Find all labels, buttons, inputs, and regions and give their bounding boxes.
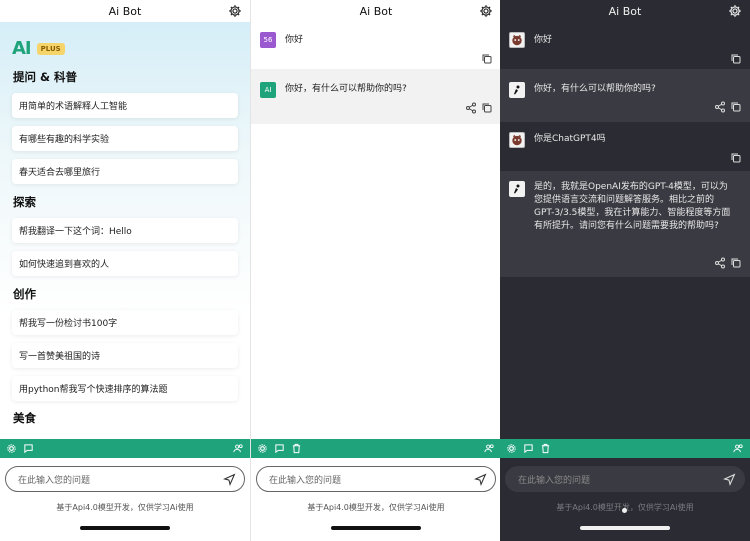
copy-icon[interactable] xyxy=(481,102,493,114)
footnote: 基于Api4.0模型开发，仅供学习Ai使用 xyxy=(56,503,194,512)
user-avatar: 56 xyxy=(260,32,276,48)
message-row-bot: 你好，有什么可以帮助你的吗? xyxy=(500,69,750,122)
prompt-card[interactable]: 春天适合去哪里旅行 xyxy=(12,159,238,184)
composer: 在此输入您的问题 基于Api4.0模型开发，仅供学习Ai使用 xyxy=(251,458,500,541)
message-row-user: 你是ChatGPT4吗 xyxy=(500,122,750,171)
prompt-card[interactable]: 帮我写一份检讨书100字 xyxy=(12,310,238,335)
cursor-dot xyxy=(622,508,627,513)
prompt-card[interactable]: 写一首赞美祖国的诗 xyxy=(12,343,238,368)
users-icon[interactable] xyxy=(733,443,744,454)
chat-panel-light: Ai Bot 56 你好 AI 你好，有什么可以帮助你的吗? 在此输入您的问题 … xyxy=(250,0,500,541)
question-input[interactable]: 在此输入您的问题 xyxy=(256,466,496,492)
footnote: 基于Api4.0模型开发，仅供学习Ai使用 xyxy=(307,503,445,512)
users-icon[interactable] xyxy=(233,443,244,454)
action-toolbar xyxy=(0,439,250,458)
question-input[interactable]: 在此输入您的问题 xyxy=(505,466,745,492)
app-title: Ai Bot xyxy=(359,4,393,18)
user-avatar-image xyxy=(509,32,525,48)
title-bar: Ai Bot xyxy=(251,0,500,22)
message-text: 你好，有什么可以帮助你的吗? xyxy=(534,84,656,94)
title-bar: Ai Bot xyxy=(500,0,750,22)
chat-bubble-icon[interactable] xyxy=(23,443,34,454)
bot-avatar: AI xyxy=(260,82,276,98)
prompt-card[interactable]: 有哪些有趣的科学实验 xyxy=(12,126,238,151)
pencil-figure-icon xyxy=(514,184,520,194)
trash-icon[interactable] xyxy=(540,443,551,454)
cat-face-icon xyxy=(512,134,522,146)
prompt-card[interactable]: 如何快速追到喜欢的人 xyxy=(12,251,238,276)
bot-avatar-image xyxy=(509,181,525,197)
prompt-card[interactable]: 帮我翻译一下这个词：Hello xyxy=(12,218,238,243)
message-row-user: 你好 xyxy=(500,22,750,69)
send-icon[interactable] xyxy=(723,473,736,486)
pencil-figure-icon xyxy=(514,85,520,95)
title-bar: Ai Bot xyxy=(0,0,250,22)
bot-avatar-image xyxy=(509,82,525,98)
input-placeholder: 在此输入您的问题 xyxy=(518,475,591,486)
cat-face-icon xyxy=(512,34,522,46)
app-title: Ai Bot xyxy=(608,4,642,18)
gear-icon[interactable] xyxy=(506,443,517,454)
message-row-bot: 是的，我就是OpenAI发布的GPT-4模型，可以为您提供语言交流和问题解答服务… xyxy=(500,171,750,277)
message-row-user: 56 你好 xyxy=(251,22,500,69)
copy-icon[interactable] xyxy=(481,53,493,65)
message-text: 你是ChatGPT4吗 xyxy=(534,134,606,144)
action-toolbar xyxy=(500,439,750,458)
share-icon[interactable] xyxy=(465,102,477,114)
section-title: 创作 xyxy=(13,287,36,301)
gear-icon[interactable] xyxy=(228,4,242,18)
composer: 在此输入您的问题 基于Api4.0模型开发，仅供学习Ai使用 xyxy=(500,458,750,541)
message-text: 你好，有什么可以帮助你的吗? xyxy=(285,84,407,94)
copy-icon[interactable] xyxy=(730,152,742,164)
gear-icon[interactable] xyxy=(479,4,493,18)
action-toolbar xyxy=(251,439,500,458)
prompt-card[interactable]: 用简单的术语解释人工智能 xyxy=(12,93,238,118)
share-icon[interactable] xyxy=(714,101,726,113)
message-text: 你好 xyxy=(285,35,304,45)
gear-icon[interactable] xyxy=(728,4,742,18)
question-input[interactable]: 在此输入您的问题 xyxy=(5,466,245,492)
send-icon[interactable] xyxy=(474,473,487,486)
trash-icon[interactable] xyxy=(291,443,302,454)
send-icon[interactable] xyxy=(223,473,236,486)
section-title: 美食 xyxy=(13,411,36,425)
gear-icon[interactable] xyxy=(6,443,17,454)
app-title: Ai Bot xyxy=(108,4,142,18)
message-row-bot: AI 你好，有什么可以帮助你的吗? xyxy=(251,69,500,124)
section-title: 探索 xyxy=(13,195,36,209)
input-placeholder: 在此输入您的问题 xyxy=(269,475,342,486)
input-placeholder: 在此输入您的问题 xyxy=(18,475,91,486)
home-panel: Ai Bot AI PLUS 提问 & 科普 用简单的术语解释人工智能 有哪些有… xyxy=(0,0,250,541)
message-text: 你好 xyxy=(534,35,553,45)
chat-bubble-icon[interactable] xyxy=(523,443,534,454)
message-text: 是的，我就是OpenAI发布的GPT-4模型，可以为您提供语言交流和问题解答服务… xyxy=(534,182,731,231)
brand-ai-text: AI xyxy=(12,38,32,59)
brand-logo: AI PLUS xyxy=(12,38,65,59)
home-indicator xyxy=(80,526,170,530)
chat-bubble-icon[interactable] xyxy=(274,443,285,454)
composer: 在此输入您的问题 基于Api4.0模型开发，仅供学习Ai使用 xyxy=(0,458,250,541)
copy-icon[interactable] xyxy=(730,101,742,113)
share-icon[interactable] xyxy=(714,257,726,269)
home-indicator xyxy=(580,526,670,530)
chat-panel-dark: Ai Bot 你好 你好，有什么可以帮助你的吗? 你是ChatGPT4吗 是的，… xyxy=(500,0,750,541)
prompt-card[interactable]: 用python帮我写个快速排序的算法题 xyxy=(12,376,238,401)
home-indicator xyxy=(331,526,421,530)
users-icon[interactable] xyxy=(484,443,495,454)
prompt-list: AI PLUS 提问 & 科普 用简单的术语解释人工智能 有哪些有趣的科学实验 … xyxy=(0,22,250,438)
copy-icon[interactable] xyxy=(730,53,742,65)
copy-icon[interactable] xyxy=(730,257,742,269)
plus-badge: PLUS xyxy=(36,42,65,55)
user-avatar-image xyxy=(509,132,525,148)
section-title: 提问 & 科普 xyxy=(13,70,78,84)
gear-icon[interactable] xyxy=(257,443,268,454)
